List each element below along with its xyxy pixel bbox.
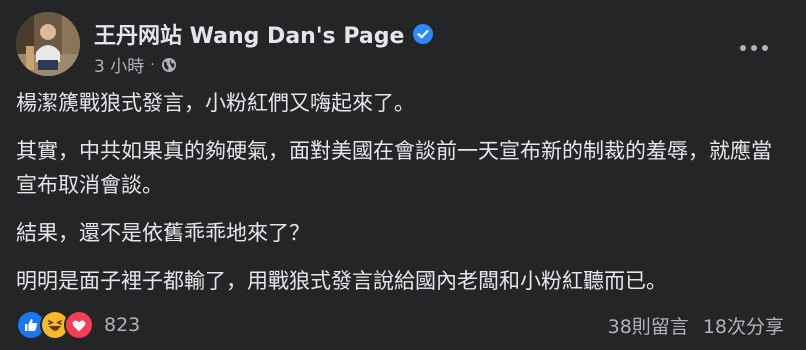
reaction-count[interactable]: 823 [104, 314, 140, 336]
shares-count-link[interactable]: 18次分享 [703, 312, 784, 339]
author-avatar[interactable] [16, 12, 80, 76]
post-paragraph: 其實，中共如果真的夠硬氣，面對美國在會談前一天宣布新的制裁的羞辱，就應當宣布取消… [16, 139, 772, 197]
love-icon [64, 310, 94, 340]
author-name-row: 王丹网站 Wang Dan's Page [94, 18, 434, 50]
author-name[interactable]: 王丹网站 Wang Dan's Page [94, 18, 404, 50]
post-footer: 823 38則留言 18次分享 [16, 310, 790, 340]
avatar-photo [16, 12, 80, 76]
post-paragraph: 楊潔篪戰狼式發言，小粉紅們又嗨起來了。 [16, 91, 415, 115]
facebook-post: 王丹网站 Wang Dan's Page 3 小時 · 楊潔篪戰狼式發言，小粉紅… [0, 0, 806, 350]
post-body: 楊潔篪戰狼式發言，小粉紅們又嗨起來了。 其實，中共如果真的夠硬氣，面對美國在會談… [16, 86, 790, 312]
post-paragraph: 結果，還不是依舊乖乖地來了？ [16, 221, 310, 245]
verified-badge-icon [412, 23, 434, 45]
reactions-summary[interactable]: 823 [16, 310, 140, 340]
post-timestamp[interactable]: 3 小時 [94, 52, 144, 77]
globe-icon[interactable] [161, 57, 177, 73]
comments-count-link[interactable]: 38則留言 [608, 312, 689, 339]
meta-separator: · [150, 56, 155, 73]
more-options-icon[interactable] [736, 30, 772, 66]
post-header: 王丹网站 Wang Dan's Page 3 小時 · [16, 12, 790, 77]
post-meta: 3 小時 · [94, 52, 177, 77]
post-paragraph: 明明是面子裡子都輸了，用戰狼式發言說給國內老闆和小粉紅聽而已。 [16, 269, 667, 293]
engagement-stats: 38則留言 18次分享 [608, 310, 784, 340]
